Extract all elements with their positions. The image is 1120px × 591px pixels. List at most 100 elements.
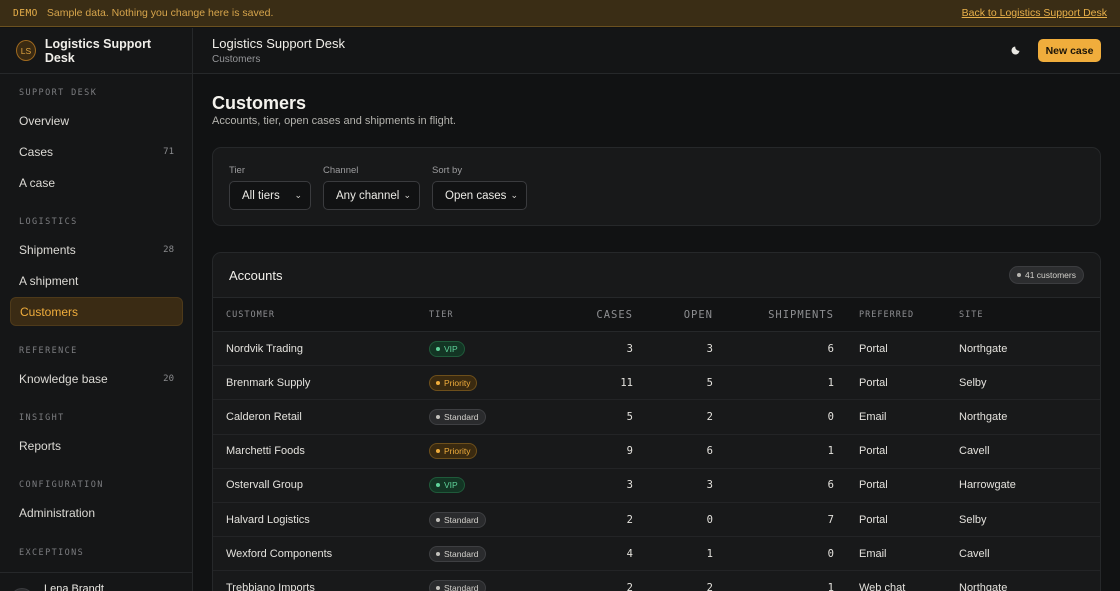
customer-name[interactable]: Marchetti Foods [213, 434, 429, 469]
new-case-button[interactable]: New case [1038, 39, 1101, 62]
site: Harrowgate [959, 468, 1100, 503]
tier-dot [436, 449, 440, 454]
badge-dot [1016, 273, 1021, 277]
preferred-channel: Web chat [834, 570, 959, 591]
open-count: 6 [633, 434, 713, 469]
table-row[interactable]: Halvard Logistics Standard 2 0 7 Portal Selby [213, 502, 1100, 538]
sidebar-item-a-case[interactable]: A case [10, 168, 183, 197]
tier-label: Standard [444, 514, 479, 525]
table-header-row: CUSTOMER TIER CASES OPEN SHIPMENTS PREFE… [213, 297, 1100, 332]
sidebar-item-administration[interactable]: Administration [10, 498, 183, 527]
tier-badge: Standard [429, 511, 486, 528]
table-row[interactable]: Ostervall Group VIP 3 3 6 Portal Harrowgate [213, 468, 1100, 503]
user-name: Lena Brandt [44, 582, 104, 591]
sidebar-item-knowledge-base[interactable]: Knowledge base 20 [10, 364, 183, 393]
column-header-shipments[interactable]: SHIPMENTS [713, 297, 834, 332]
tier-filter: Tier All tiers ⌄ [229, 165, 311, 210]
back-link[interactable]: Back to Logistics Support Desk [962, 7, 1107, 19]
site: Northgate [959, 331, 1100, 367]
chevron-down-icon: ⌄ [294, 190, 302, 200]
chevron-down-icon: ⌄ [403, 190, 411, 200]
sidebar-item-shipments[interactable]: Shipments 28 [10, 235, 183, 264]
sidebar-item-count: 28 [163, 244, 174, 255]
tier-filter-label: Tier [229, 165, 246, 176]
shipments-count: 1 [713, 365, 834, 401]
customer-name[interactable]: Halvard Logistics [213, 502, 429, 538]
shipments-count: 7 [713, 502, 834, 538]
table-row[interactable]: Nordvik Trading VIP 3 3 6 Portal Northgate [213, 331, 1100, 367]
site: Northgate [959, 570, 1100, 591]
open-count: 1 [633, 536, 713, 572]
tier-select[interactable]: All tiers ⌄ [229, 181, 311, 210]
column-header-cases[interactable]: CASES [539, 297, 633, 332]
preferred-channel: Email [834, 536, 959, 572]
column-header-tier[interactable]: TIER [429, 297, 539, 332]
tier-badge: Priority [429, 374, 478, 391]
brand[interactable]: LS Logistics Support Desk [0, 28, 192, 74]
sidebar-item-label: A shipment [19, 273, 79, 288]
customer-name[interactable]: Ostervall Group [213, 468, 429, 503]
sort-filter: Sort by Open cases ⌄ [432, 165, 527, 210]
sidebar-item-count: 71 [163, 146, 174, 157]
tier-badge: VIP [429, 340, 465, 357]
top-header: Logistics Support Desk Customers New cas… [193, 28, 1120, 74]
moon-icon[interactable] [1010, 43, 1024, 57]
tier-badge: Priority [429, 443, 478, 460]
shipments-count: 6 [713, 468, 834, 503]
tier-label: VIP [444, 343, 458, 354]
column-header-open[interactable]: OPEN [633, 297, 713, 332]
column-header-preferred[interactable]: PREFERRED [834, 297, 959, 332]
tier-cell: Standard [429, 399, 539, 435]
cases-count: 3 [539, 468, 633, 503]
site: Selby [959, 365, 1100, 401]
open-count: 5 [633, 365, 713, 401]
preferred-channel: Portal [834, 468, 959, 503]
column-header-site[interactable]: SITE [959, 297, 1100, 332]
channel-select-value: Any channel [336, 189, 400, 202]
site: Selby [959, 502, 1100, 538]
sidebar-item-a-shipment[interactable]: A shipment [10, 266, 183, 295]
preferred-channel: Portal [834, 365, 959, 401]
sidebar-item-count: 20 [163, 373, 174, 384]
table-row[interactable]: Marchetti Foods Priority 9 6 1 Portal Cavell [213, 434, 1100, 469]
sidebar-item-cases[interactable]: Cases 71 [10, 137, 183, 166]
tier-label: Standard [444, 411, 479, 422]
user-profile[interactable]: LB Lena Brandt ↪ [0, 572, 192, 591]
brand-name: Logistics Support Desk [44, 36, 152, 65]
column-header-customer[interactable]: CUSTOMER [213, 297, 429, 332]
table-row[interactable]: Wexford Components Standard 4 1 0 Email Cavell [213, 536, 1100, 572]
shipments-count: 6 [713, 331, 834, 367]
tier-badge: Standard [429, 545, 486, 562]
customer-name[interactable]: Wexford Components [213, 536, 429, 572]
tier-badge: VIP [429, 477, 465, 494]
sidebar-section-support-desk: SUPPORT DESK [19, 88, 98, 98]
tier-dot [436, 380, 440, 385]
cases-count: 2 [539, 502, 633, 538]
customer-name[interactable]: Calderon Retail [213, 399, 429, 435]
table-row[interactable]: Calderon Retail Standard 5 2 0 Email Northgate [213, 399, 1100, 435]
sidebar-section-exceptions: EXCEPTIONS [19, 548, 85, 558]
table-row[interactable]: Brenmark Supply Priority 11 5 1 Portal Selby [213, 365, 1100, 401]
accounts-title: Accounts [229, 267, 283, 283]
table-row[interactable]: Trebbiano Imports Standard 2 2 1 Web chat Nort… [213, 570, 1100, 591]
sidebar-item-label: Shipments [19, 242, 76, 257]
tier-cell: Standard [429, 570, 539, 591]
tier-label: Standard [444, 548, 479, 559]
customer-name[interactable]: Brenmark Supply [213, 365, 429, 401]
sidebar-item-overview[interactable]: Overview [10, 106, 183, 135]
main-content: Customers Accounts, tier, open cases and… [193, 75, 1120, 591]
sort-select[interactable]: Open cases ⌄ [432, 181, 527, 210]
channel-select[interactable]: Any channel ⌄ [323, 181, 420, 210]
preferred-channel: Portal [834, 434, 959, 469]
customer-name[interactable]: Trebbiano Imports [213, 570, 429, 591]
cases-count: 5 [539, 399, 633, 435]
cases-count: 9 [539, 434, 633, 469]
customer-name[interactable]: Nordvik Trading [213, 331, 429, 367]
sidebar-item-customers[interactable]: Customers [10, 297, 183, 326]
sidebar-item-reports[interactable]: Reports [10, 431, 183, 460]
breadcrumb[interactable]: Customers [212, 54, 260, 65]
avatar: LB [10, 587, 34, 591]
sidebar-item-label: Cases [19, 144, 54, 159]
filters-panel: Tier All tiers ⌄ Channel Any channel ⌄ S… [212, 147, 1101, 226]
tier-dot [436, 483, 440, 488]
